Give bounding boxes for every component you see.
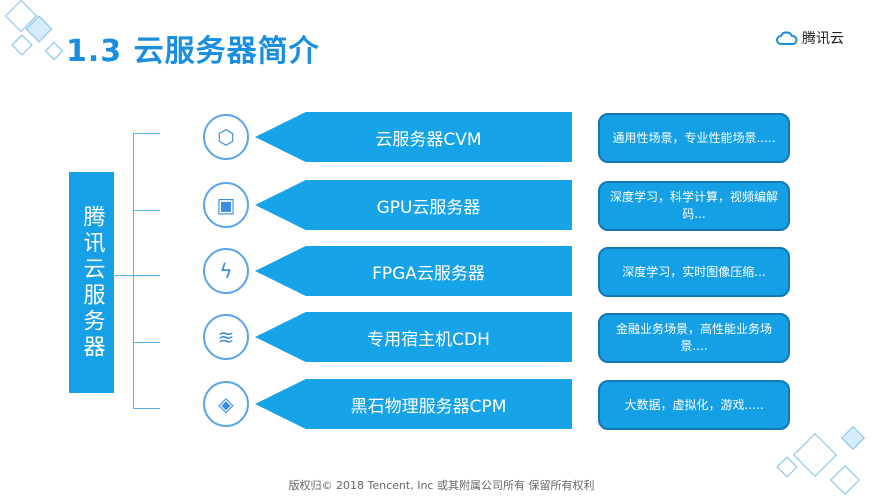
service-description: 金融业务场景，高性能业务场景.... bbox=[598, 313, 790, 363]
category-box: 腾讯云服务器 bbox=[69, 172, 114, 393]
cube-icon: ⬡ bbox=[203, 114, 249, 160]
bracket-line bbox=[113, 275, 134, 276]
bracket-line bbox=[133, 342, 160, 343]
service-item: 黑石物理服务器CPM bbox=[255, 379, 572, 429]
service-description: 深度学习，科学计算，视频编解码... bbox=[598, 181, 790, 231]
bracket-line bbox=[133, 408, 160, 409]
service-item: GPU云服务器 bbox=[255, 180, 572, 230]
fpga-icon: ϟ bbox=[203, 248, 249, 294]
bracket-line bbox=[133, 275, 160, 276]
service-description: 深度学习，实时图像压缩... bbox=[598, 247, 790, 297]
service-description: 大数据，虚拟化，游戏..... bbox=[598, 380, 790, 430]
bracket-line bbox=[133, 210, 160, 211]
service-item: 云服务器CVM bbox=[255, 112, 572, 162]
bracket-line bbox=[133, 133, 134, 409]
layers-icon: ≋ bbox=[203, 314, 249, 360]
stone-icon: ◈ bbox=[203, 381, 249, 427]
service-item: 专用宿主机CDH bbox=[255, 312, 572, 362]
logo-text: 腾讯云 bbox=[802, 31, 844, 47]
cloud-icon bbox=[776, 31, 798, 45]
page-title: 1.3 云服务器简介 bbox=[66, 34, 320, 69]
service-item: FPGA云服务器 bbox=[255, 246, 572, 296]
service-description: 通用性场景，专业性能场景..... bbox=[598, 113, 790, 163]
tencent-cloud-logo: 腾讯云 bbox=[776, 28, 844, 48]
bracket-line bbox=[133, 133, 160, 134]
chip-icon: ▣ bbox=[203, 182, 249, 228]
copyright-footer: 版权归© 2018 Tencent, Inc 或其附属公司所有 保留所有权利 bbox=[288, 479, 595, 492]
